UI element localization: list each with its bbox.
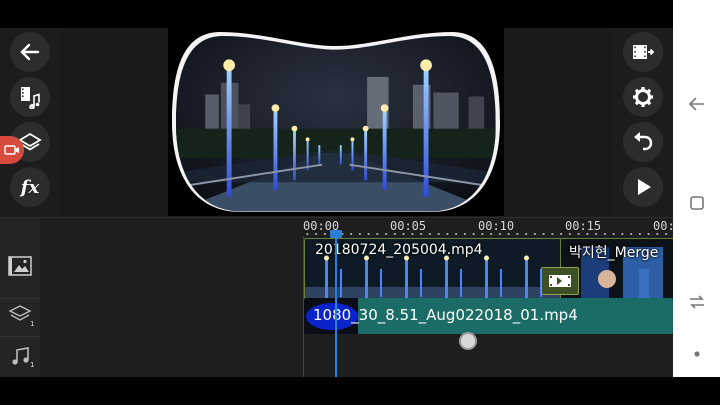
video-clip-title: 20180724_205004.mp4 (315, 242, 483, 258)
timeline-scroll-knob[interactable] (459, 332, 477, 350)
preview-frame-image (172, 32, 500, 212)
left-toolbar: fx (0, 28, 60, 216)
ruler-ticks (303, 232, 673, 236)
layer-clip[interactable]: 1080_30_8.51_Aug022018_01.mp4 (304, 298, 673, 334)
export-button[interactable] (623, 32, 663, 72)
undo-button[interactable] (623, 122, 663, 162)
nav-dot-button[interactable] (685, 342, 709, 366)
audio-track-count: 1 (30, 361, 35, 369)
nav-dot-icon (694, 351, 700, 357)
media-browser-button[interactable] (10, 77, 50, 117)
timeline[interactable]: 1 1 00:00 00:05 00:10 00:15 00:2 2018072… (0, 217, 682, 378)
gear-icon (633, 87, 653, 107)
nav-recents-icon (690, 295, 704, 309)
film-music-icon (21, 87, 40, 109)
transition-icon (549, 275, 571, 287)
transition-button[interactable] (541, 267, 579, 295)
fx-button[interactable]: fx (10, 167, 50, 207)
ruler-label: 00:05 (390, 219, 427, 233)
nav-recents-button[interactable] (685, 290, 709, 314)
time-ruler[interactable]: 00:00 00:05 00:10 00:15 00:2 (303, 218, 682, 236)
nav-home-button[interactable] (685, 191, 709, 215)
fx-label: fx (20, 176, 40, 198)
settings-button[interactable] (623, 77, 663, 117)
nav-back-button[interactable] (685, 92, 709, 116)
right-toolbar (613, 28, 673, 216)
back-button[interactable] (10, 32, 50, 72)
layer-clip-title: 1080_30_8.51_Aug022018_01.mp4 (313, 306, 578, 324)
nav-home-icon (690, 196, 704, 210)
status-band (0, 0, 673, 28)
playhead[interactable] (335, 234, 337, 378)
ruler-label: 00:10 (478, 219, 515, 233)
video-track-icon (6, 252, 34, 280)
android-nav-bar (673, 28, 720, 377)
film-export-icon (633, 45, 655, 59)
arrow-left-icon (20, 43, 40, 61)
video-clip-2-title: 박지현_Merge (569, 245, 659, 261)
video-preview[interactable] (168, 28, 504, 216)
undo-icon (634, 132, 653, 151)
bottom-band (0, 377, 720, 405)
play-icon (638, 179, 651, 195)
ruler-label: 00:15 (565, 219, 602, 233)
camera-record-icon (4, 145, 19, 155)
nav-back-icon (688, 97, 704, 111)
layer-track-count: 1 (30, 320, 35, 328)
track-header-column: 1 1 (0, 218, 40, 378)
nav-top-strip (673, 0, 720, 28)
play-button[interactable] (623, 167, 663, 207)
